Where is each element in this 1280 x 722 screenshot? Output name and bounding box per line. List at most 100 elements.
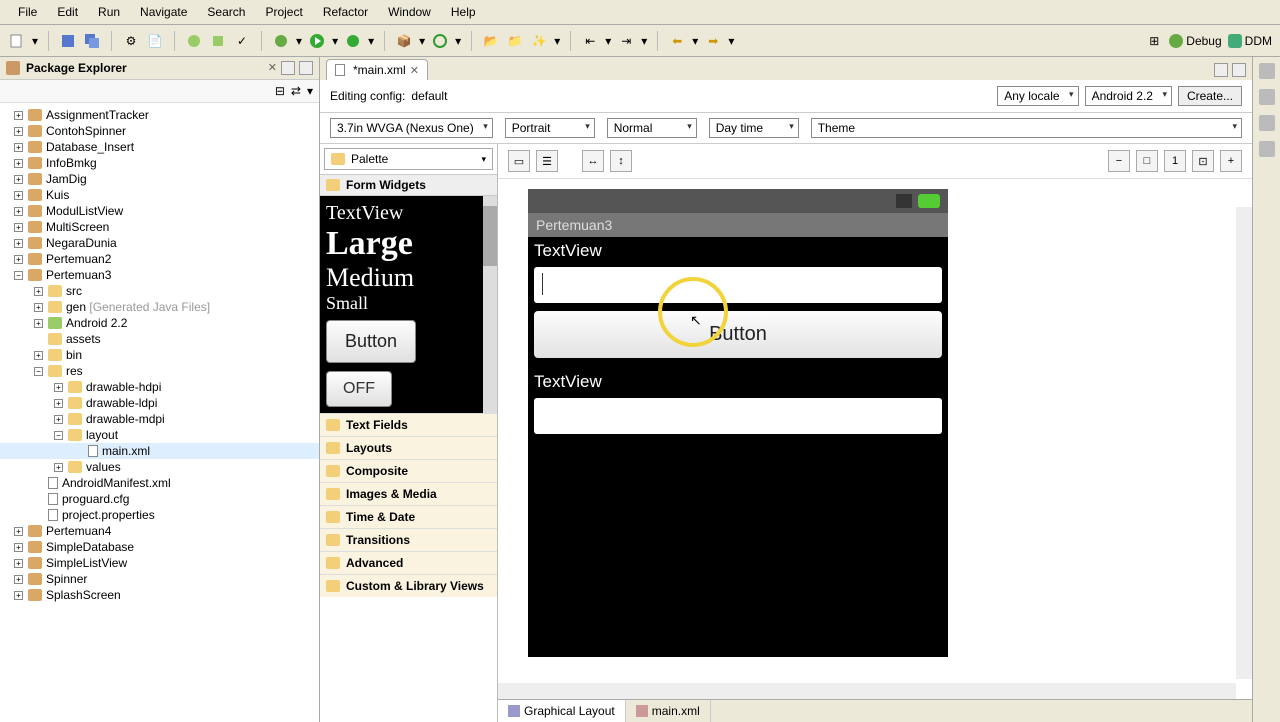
align-h-icon[interactable]: ▭	[508, 150, 530, 172]
close-view-icon[interactable]: ✕	[268, 61, 277, 75]
close-tab-icon[interactable]: ✕	[410, 64, 419, 77]
orientation-dropdown[interactable]: Portrait	[505, 118, 595, 138]
tree-item[interactable]: NegaraDunia	[46, 236, 117, 250]
android-icon[interactable]	[185, 32, 203, 50]
device-canvas[interactable]: Pertemuan3 TextView Button TextView ↖	[498, 179, 1252, 699]
tree-item[interactable]: Pertemuan2	[46, 252, 111, 266]
debug-run-icon[interactable]	[272, 32, 290, 50]
category-composite[interactable]: Composite	[320, 459, 497, 482]
tree-proguard[interactable]: proguard.cfg	[62, 492, 129, 506]
tool-icon[interactable]: ⚙	[122, 32, 140, 50]
category-time-date[interactable]: Time & Date	[320, 505, 497, 528]
ddms-perspective[interactable]: DDM	[1228, 34, 1272, 48]
refresh-icon[interactable]	[431, 32, 449, 50]
tree-drawable[interactable]: drawable-mdpi	[86, 412, 165, 426]
canvas-vscroll[interactable]	[1236, 207, 1252, 679]
tree-values[interactable]: values	[86, 460, 121, 474]
category-custom-library[interactable]: Custom & Library Views	[320, 574, 497, 597]
tree-drawable[interactable]: drawable-ldpi	[86, 396, 157, 410]
widget-textview-1[interactable]: TextView	[534, 237, 942, 265]
widget-button[interactable]: Button	[534, 311, 942, 358]
canvas-hscroll[interactable]	[498, 683, 1236, 699]
category-layouts[interactable]: Layouts	[320, 436, 497, 459]
tree-manifest[interactable]: AndroidManifest.xml	[62, 476, 171, 490]
app-screen[interactable]: TextView Button TextView ↖	[528, 237, 948, 657]
fwd-icon[interactable]: ➡	[704, 32, 722, 50]
tree-item[interactable]: InfoBmkg	[46, 156, 97, 170]
palette-medium-text[interactable]: Medium	[326, 263, 491, 293]
new-icon[interactable]	[8, 32, 26, 50]
zoom-actual-icon[interactable]: ⊡	[1192, 150, 1214, 172]
uimode-dropdown[interactable]: Normal	[607, 118, 697, 138]
menu-search[interactable]: Search	[197, 2, 255, 22]
lint-icon[interactable]: ✓	[233, 32, 251, 50]
tree-item[interactable]: SimpleListView	[46, 556, 127, 570]
palette-textview[interactable]: TextView	[326, 202, 491, 225]
menu-project[interactable]: Project	[255, 2, 312, 22]
zoom-fit-icon[interactable]: □	[1136, 150, 1158, 172]
locale-dropdown[interactable]: Any locale	[997, 86, 1078, 106]
newpkg-icon[interactable]: 📦	[395, 32, 413, 50]
tree-item[interactable]: JamDig	[46, 172, 87, 186]
menu-refactor[interactable]: Refactor	[313, 2, 378, 22]
tree-bin[interactable]: bin	[66, 348, 82, 362]
widget-edittext-1[interactable]	[534, 267, 942, 303]
tree-item-open[interactable]: Pertemuan3	[46, 268, 111, 282]
problems-icon[interactable]	[1259, 115, 1275, 131]
tree-item[interactable]: ModulListView	[46, 204, 123, 218]
menu-run[interactable]: Run	[88, 2, 130, 22]
align-v-icon[interactable]: ☰	[536, 150, 558, 172]
nav2-icon[interactable]: ⇥	[617, 32, 635, 50]
project-tree[interactable]: +AssignmentTracker +ContohSpinner +Datab…	[0, 103, 319, 722]
open2-icon[interactable]: 📁	[506, 32, 524, 50]
expand-h-icon[interactable]: ↔	[582, 150, 604, 172]
expand-v-icon[interactable]: ↕	[610, 150, 632, 172]
menu-window[interactable]: Window	[378, 2, 441, 22]
tree-android[interactable]: Android 2.2	[66, 316, 127, 330]
tree-mainxml[interactable]: main.xml	[102, 444, 150, 458]
tab-graphical-layout[interactable]: Graphical Layout	[498, 700, 626, 722]
run-icon[interactable]	[308, 32, 326, 50]
link-editor-icon[interactable]: ⇄	[291, 84, 301, 98]
category-advanced[interactable]: Advanced	[320, 551, 497, 574]
maximize-icon[interactable]	[299, 61, 313, 75]
minimize-icon[interactable]	[281, 61, 295, 75]
editor-maximize-icon[interactable]	[1232, 63, 1246, 77]
saveall-icon[interactable]	[83, 32, 101, 50]
tree-item[interactable]: SimpleDatabase	[46, 540, 134, 554]
debug-perspective[interactable]: Debug	[1169, 34, 1221, 48]
category-text-fields[interactable]: Text Fields	[320, 413, 497, 436]
zoom-100-icon[interactable]: 1	[1164, 150, 1186, 172]
tree-gen[interactable]: gen	[66, 300, 86, 314]
save-icon[interactable]	[59, 32, 77, 50]
tree-item[interactable]: SplashScreen	[46, 588, 121, 602]
nav1-icon[interactable]: ⇤	[581, 32, 599, 50]
avd-icon[interactable]	[209, 32, 227, 50]
back-icon[interactable]: ⬅	[668, 32, 686, 50]
perspective-icon[interactable]: ⊞	[1145, 32, 1163, 50]
outline-icon[interactable]	[1259, 63, 1275, 79]
editor-minimize-icon[interactable]	[1214, 63, 1228, 77]
menu-help[interactable]: Help	[441, 2, 486, 22]
tree-src[interactable]: src	[66, 284, 82, 298]
tree-item[interactable]: Spinner	[46, 572, 87, 586]
tree-item[interactable]: Kuis	[46, 188, 69, 202]
tree-layout[interactable]: layout	[86, 428, 118, 442]
extrun-icon[interactable]	[344, 32, 362, 50]
tool2-icon[interactable]: 📄	[146, 32, 164, 50]
wand-icon[interactable]: ✨	[530, 32, 548, 50]
tree-props[interactable]: project.properties	[62, 508, 155, 522]
create-button[interactable]: Create...	[1178, 86, 1242, 106]
category-images-media[interactable]: Images & Media	[320, 482, 497, 505]
widget-textview-2[interactable]: TextView	[534, 368, 942, 396]
tree-item[interactable]: MultiScreen	[46, 220, 109, 234]
tree-res[interactable]: res	[66, 364, 83, 378]
zoom-in-icon[interactable]: +	[1220, 150, 1242, 172]
palette-toggle[interactable]: OFF	[326, 371, 392, 407]
daytime-dropdown[interactable]: Day time	[709, 118, 799, 138]
palette-scrollbar[interactable]	[483, 196, 497, 413]
tree-item[interactable]: Database_Insert	[46, 140, 134, 154]
collapse-all-icon[interactable]: ⊟	[275, 84, 285, 98]
category-transitions[interactable]: Transitions	[320, 528, 497, 551]
menu-edit[interactable]: Edit	[47, 2, 88, 22]
